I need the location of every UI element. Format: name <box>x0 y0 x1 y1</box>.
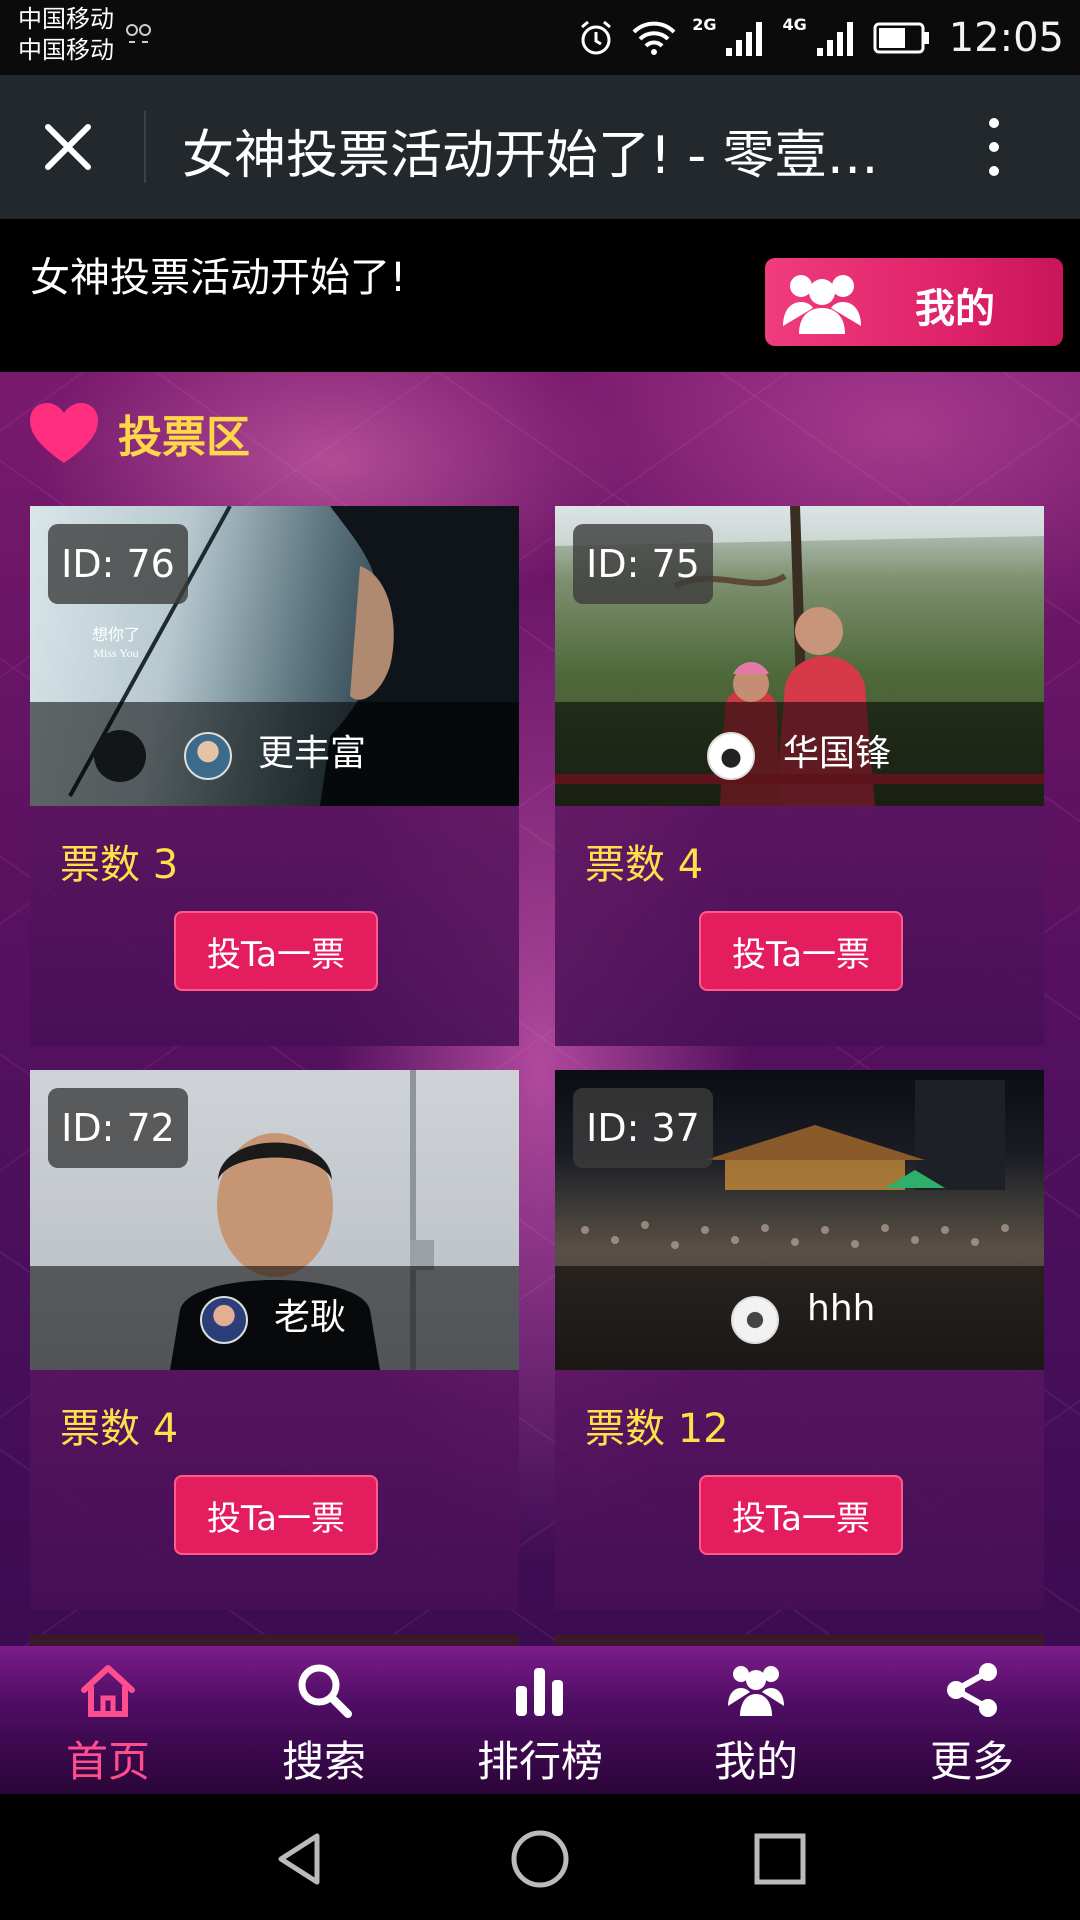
next-card-peek <box>555 1634 1044 1646</box>
recents-square-icon <box>754 1833 806 1885</box>
section-header: 投票区 <box>28 398 250 468</box>
avatar <box>184 732 232 780</box>
tab-more[interactable]: 更多 <box>864 1646 1080 1794</box>
contestant-id-badge: ID: 75 <box>573 524 713 604</box>
contestant-name: hhh <box>807 1288 876 1329</box>
bottom-tab-bar: 首页 搜索 排行榜 我的 更多 <box>0 1646 1080 1794</box>
wifi-icon <box>630 18 678 58</box>
signal-icon-1 <box>724 18 768 58</box>
hd-voice-icon <box>126 22 152 59</box>
contestant-name-bar: 老耿 <box>30 1266 519 1370</box>
my-profile-button[interactable]: 我的 <box>765 258 1063 346</box>
photo-caption: 想你了 Miss You <box>92 626 140 662</box>
tab-home-label: 首页 <box>65 1737 150 1786</box>
battery-icon <box>873 21 931 55</box>
clock: 12:05 <box>948 15 1064 61</box>
carrier-1: 中国移动 <box>18 5 114 33</box>
contestant-photo[interactable]: ID: 72 老耿 <box>30 1070 519 1370</box>
back-button[interactable] <box>265 1824 335 1894</box>
tab-search-label: 搜索 <box>281 1737 366 1786</box>
section-title: 投票区 <box>118 412 250 463</box>
tab-more-label: 更多 <box>929 1737 1014 1786</box>
status-bar: 中国移动 中国移动 2G 4G 12:05 <box>0 0 1080 75</box>
contestant-card[interactable]: 想你了 Miss You ID: 76 更丰富 票数 3 投Ta一票 <box>30 506 519 1046</box>
my-profile-label: 我的 <box>915 286 995 332</box>
activity-header: 女神投票活动开始了! 我的 <box>0 219 1080 372</box>
contestant-card[interactable]: ID: 72 老耿 票数 4 投Ta一票 <box>30 1070 519 1610</box>
signal-icon-2 <box>815 18 859 58</box>
network-type-2: 4G <box>782 14 807 34</box>
close-button[interactable] <box>36 115 100 179</box>
tab-mine[interactable]: 我的 <box>648 1646 864 1794</box>
avatar <box>731 1296 779 1344</box>
share-icon <box>947 1663 997 1717</box>
status-icons: 2G 4G 12:05 <box>576 10 1064 66</box>
activity-title: 女神投票活动开始了! <box>30 255 407 301</box>
contestant-photo[interactable]: 想你了 Miss You ID: 76 更丰富 <box>30 506 519 806</box>
home-nav-button[interactable] <box>505 1824 575 1894</box>
contestant-id-badge: ID: 37 <box>573 1088 713 1168</box>
tab-ranking-label: 排行榜 <box>476 1737 603 1786</box>
vote-button[interactable]: 投Ta一票 <box>174 911 378 991</box>
heart-icon <box>30 403 98 463</box>
photo-caption-cn: 想你了 <box>92 625 141 644</box>
title-divider <box>144 111 146 183</box>
close-icon <box>45 124 91 170</box>
vote-count: 票数 4 <box>585 842 704 888</box>
tab-search[interactable]: 搜索 <box>216 1646 432 1794</box>
vote-count: 票数 4 <box>60 1406 179 1452</box>
users-icon <box>728 1666 784 1716</box>
vote-button[interactable]: 投Ta一票 <box>699 1475 903 1555</box>
contestant-name: 老耿 <box>274 1297 347 1338</box>
next-card-peek <box>30 1634 519 1646</box>
tab-ranking[interactable]: 排行榜 <box>432 1646 648 1794</box>
tab-home[interactable]: 首页 <box>0 1646 216 1794</box>
photo-caption-en: Miss You <box>93 646 139 660</box>
avatar <box>707 732 755 780</box>
more-menu-button[interactable] <box>980 115 1008 179</box>
users-icon <box>783 275 861 334</box>
vote-count: 票数 12 <box>585 1406 729 1452</box>
more-vertical-icon <box>989 118 999 176</box>
back-triangle-icon <box>278 1833 320 1885</box>
contestant-photo[interactable]: ID: 37 hhh <box>555 1070 1044 1370</box>
home-icon <box>81 1665 135 1717</box>
contestant-id-badge: ID: 72 <box>48 1088 188 1168</box>
contestant-name: 华国锋 <box>783 733 892 774</box>
tab-mine-label: 我的 <box>713 1737 798 1786</box>
avatar <box>200 1296 248 1344</box>
carrier-labels: 中国移动 中国移动 <box>18 4 114 66</box>
contestant-name-bar: 华国锋 <box>555 702 1044 806</box>
search-icon <box>298 1664 352 1718</box>
voting-area: 投票区 想你了 Miss You ID: 76 更丰富 票数 3 投Ta一票 I… <box>0 372 1080 1646</box>
contestant-name-bar: 更丰富 <box>30 702 519 806</box>
network-type-1: 2G <box>692 14 717 34</box>
bar-chart-icon <box>516 1668 563 1716</box>
vote-button[interactable]: 投Ta一票 <box>699 911 903 991</box>
contestant-card[interactable]: ID: 75 华国锋 票数 4 投Ta一票 <box>555 506 1044 1046</box>
contestant-name-bar: hhh <box>555 1266 1044 1370</box>
home-circle-icon <box>511 1830 569 1888</box>
webview-title-bar: 女神投票活动开始了! - 零壹… <box>0 75 1080 219</box>
contestant-card[interactable]: ID: 37 hhh 票数 12 投Ta一票 <box>555 1070 1044 1610</box>
recents-button[interactable] <box>745 1824 815 1894</box>
contestant-photo[interactable]: ID: 75 华国锋 <box>555 506 1044 806</box>
vote-button[interactable]: 投Ta一票 <box>174 1475 378 1555</box>
carrier-2: 中国移动 <box>18 36 114 64</box>
contestant-name: 更丰富 <box>258 733 367 774</box>
alarm-icon <box>576 18 616 58</box>
vote-count: 票数 3 <box>60 842 179 888</box>
page-title: 女神投票活动开始了! - 零壹… <box>182 126 879 186</box>
contestant-id-badge: ID: 76 <box>48 524 188 604</box>
system-navigation-bar <box>0 1794 1080 1920</box>
